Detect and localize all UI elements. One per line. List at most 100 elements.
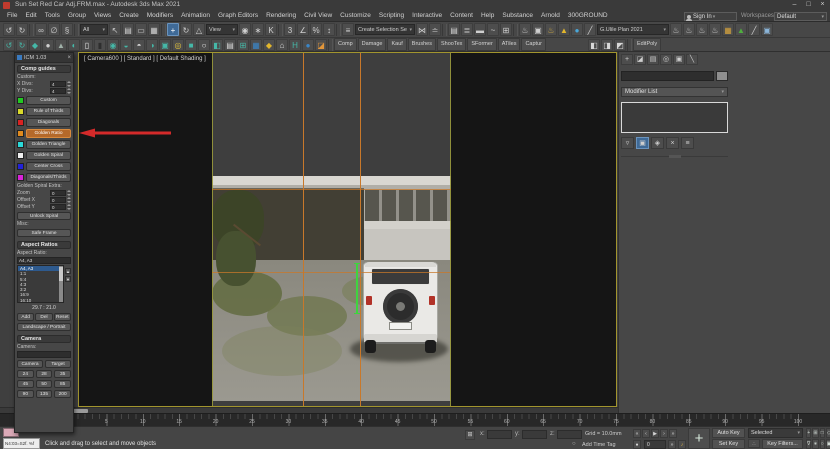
spinner-arrows-offset-y[interactable] [67,204,71,210]
select-object-icon[interactable]: ↖ [109,23,121,36]
plugin-icon-05[interactable]: ▲ [55,39,67,51]
remove-modifier-button[interactable]: × [666,137,679,149]
focal-135mm-button[interactable]: 135 [36,390,53,398]
aspect-scrollbar[interactable] [59,266,63,302]
curve-editor-icon[interactable]: ~ [487,23,499,36]
key-filters-button[interactable]: Key Filters... [762,439,803,449]
brushes-button[interactable]: Brushes [408,38,436,51]
plugin-icon-11[interactable]: ◓ [133,39,145,51]
menu-views[interactable]: Views [90,11,115,21]
damage-button[interactable]: Damage [358,38,387,51]
spinner-field-y-divs[interactable]: 4 [50,88,66,94]
maximize-button[interactable]: □ [802,0,815,10]
menu-help[interactable]: Help [477,11,498,21]
safe-frame-button[interactable]: Safe Frame [17,229,71,237]
snaps-toggle-icon[interactable]: 3 [284,23,296,36]
menu-substance[interactable]: Substance [498,11,537,21]
auto-key-button[interactable]: Auto Key [712,428,745,438]
spinner-field-offset-y[interactable]: 0 [50,204,66,210]
x-coordinate-field[interactable] [487,430,512,439]
object-color-swatch[interactable] [716,71,728,81]
vegetation-icon[interactable]: ▲ [735,23,747,36]
guide-button-diagonals[interactable]: Diagonals [26,118,71,127]
zoom-extents-icon[interactable]: □ [820,428,825,438]
select-and-manipulate-icon[interactable]: ∗ [252,23,264,36]
zoom-all-icon[interactable]: ⊞ [812,428,818,438]
warning-icon[interactable]: ▲ [558,23,570,36]
reset-button[interactable]: Reset [54,313,71,321]
spinner-snap-icon[interactable]: ↕ [323,23,335,36]
menu-animation[interactable]: Animation [177,11,214,21]
plugin-icon-22[interactable]: ⌂ [276,39,288,51]
guide-swatch-golden-ratio[interactable] [17,130,24,137]
landscape-portrait-button[interactable]: Landscape / Portrait [17,323,71,331]
plugin-icon-12[interactable]: ◑ [146,39,158,51]
named-sets-dropdown[interactable]: Create Selection Se▾ [355,24,415,35]
guide-swatch-golden-spiral[interactable] [17,152,24,159]
select-and-move-icon[interactable]: + [167,23,179,36]
rollout-camera[interactable]: Camera [17,335,71,343]
window-layout-icon-2[interactable]: ◨ [601,39,613,51]
selection-filter-dropdown[interactable]: All▾ [80,24,108,35]
plugin-icon-15[interactable]: ■ [185,39,197,51]
tab-hierarchy[interactable]: ▤ [647,54,659,65]
play-button[interactable]: ▶ [651,429,659,438]
modifier-stack[interactable] [621,102,728,133]
edit-named-sets-icon[interactable]: ≡ [342,23,354,36]
arnold-icon[interactable]: ● [571,23,583,36]
rollout-comp-guides[interactable]: Comp guides [17,65,71,73]
aspect-move-down-button[interactable]: ▼ [65,276,71,282]
plugin-icon-07[interactable]: ▯ [81,39,93,51]
spinner-arrows-offset-x[interactable] [67,197,71,203]
plugin-icon-09[interactable]: ◉ [107,39,119,51]
spinner-field-zoom[interactable]: 0 [50,190,66,196]
guide-swatch-rule-of-thirds[interactable] [17,108,24,115]
menu-create[interactable]: Create [115,11,143,21]
kauf-button[interactable]: Kauf [387,38,406,51]
annotate-icon[interactable]: ╱ [748,23,760,36]
plugin-icon-08[interactable]: ▮ [94,39,106,51]
render-setup-icon[interactable]: ♨ [519,23,531,36]
fov-icon[interactable]: ∇ [806,439,811,449]
select-by-name-icon[interactable]: ▤ [122,23,134,36]
camera-pick-button[interactable]: Camera [17,360,43,368]
selection-lock-toggle[interactable]: ⊞ [465,430,475,440]
monitor-icon[interactable]: ▣ [761,23,773,36]
layer-explorer-icon[interactable]: ≣ [461,23,473,36]
keyboard-override-icon[interactable]: K [265,23,277,36]
window-layout-icon-3[interactable]: ◩ [614,39,626,51]
menu-group[interactable]: Group [64,11,90,21]
teapot-icon-3[interactable]: ♨ [696,23,708,36]
schematic-view-icon[interactable]: ⊞ [500,23,512,36]
shootex-button[interactable]: ShooTex [437,38,466,51]
spinner-arrows-y-divs[interactable] [67,88,71,94]
aspect-move-up-button[interactable]: ▲ [65,268,71,274]
maximize-viewport-icon[interactable]: ▣ [826,439,830,449]
plugin-icon-21[interactable]: ◆ [263,39,275,51]
guide-button-golden-spiral[interactable]: Golden Spiral [26,151,71,160]
guide-button-diagonals-thirds[interactable]: Diagonals/Thirds [26,173,71,182]
guide-button-rule-of-thirds[interactable]: Rule of Thirds [26,107,71,116]
plugin-icon-23[interactable]: H [289,39,301,51]
undo-icon[interactable]: ↺ [3,23,15,36]
teapot-icon-1[interactable]: ♨ [670,23,682,36]
aspect-scroll-thumb[interactable] [59,267,63,281]
plugin-icon-19[interactable]: ⊞ [237,39,249,51]
next-key-button[interactable]: » [668,440,676,449]
render-production-icon[interactable]: ♨ [545,23,557,36]
spinner-arrows-zoom[interactable] [67,190,71,196]
zoom-icon[interactable]: + [806,428,811,438]
redo-icon[interactable]: ↻ [16,23,28,36]
menu-file[interactable]: File [3,11,21,21]
menu-graph-editors[interactable]: Graph Editors [214,11,262,21]
plugin-icon-18[interactable]: ▤ [224,39,236,51]
close-button[interactable]: × [816,0,829,10]
focal-200mm-button[interactable]: 200 [54,390,71,398]
plus-button[interactable]: + [688,428,710,449]
plugin-icon-02[interactable]: ↻ [16,39,28,51]
angle-snap-icon[interactable]: ∠ [297,23,309,36]
previous-frame-button[interactable]: ‹ [642,429,650,438]
mirror-icon[interactable]: ⋈ [416,23,428,36]
tab-display[interactable]: ▣ [673,54,685,65]
z-coordinate-field[interactable] [557,430,582,439]
